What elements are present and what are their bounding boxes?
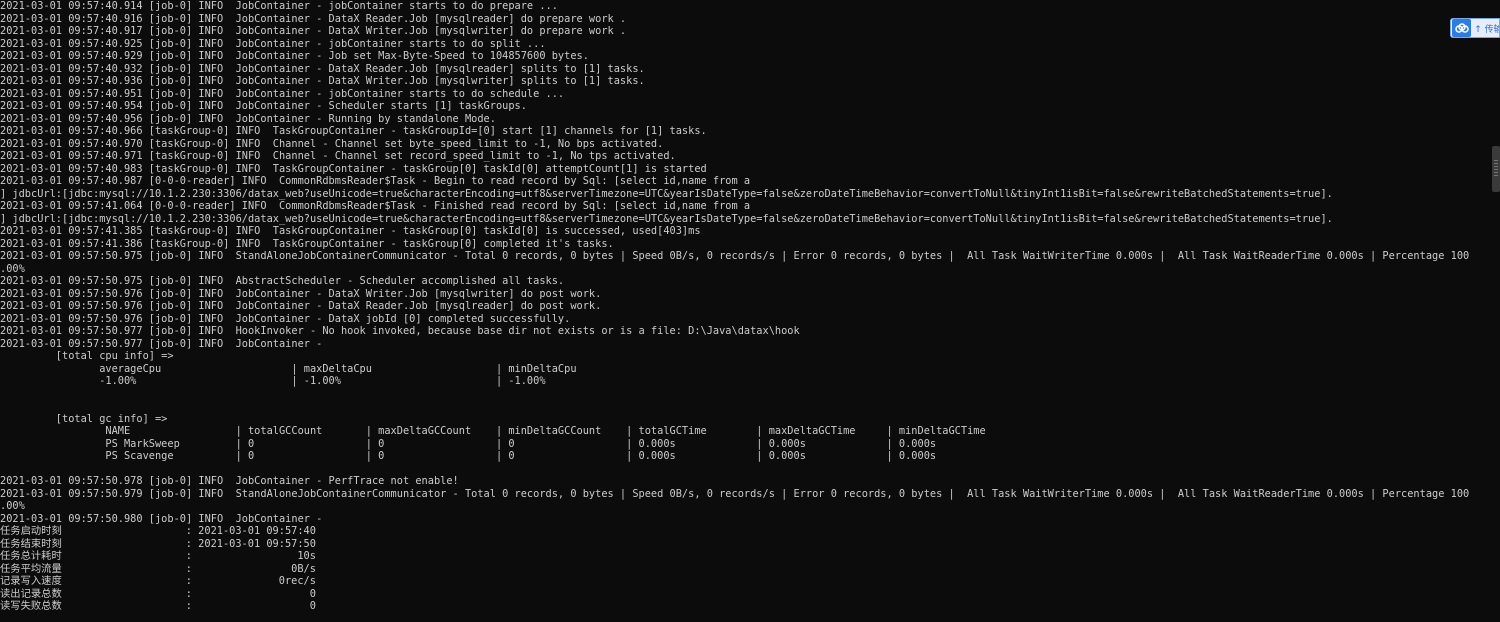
cloud-transfer-widget[interactable]: ↑ 传输 <box>1450 18 1500 38</box>
console-line: 2021-03-01 09:57:41.064 [0-0-0-reader] I… <box>0 200 751 212</box>
console-line: 2021-03-01 09:57:50.975 [job-0] INFO Sta… <box>0 250 1470 262</box>
console-line: 2021-03-01 09:57:40.932 [job-0] INFO Job… <box>0 62 645 75</box>
console-line: 2021-03-01 09:57:40.925 [job-0] INFO Job… <box>0 37 546 50</box>
console-line: 2021-03-01 09:57:40.916 [job-0] INFO Job… <box>0 12 627 25</box>
cloud-icon <box>1452 19 1472 37</box>
console-line: PS MarkSweep | 0 | 0 | 0 | 0.000s | 0.00… <box>0 437 937 450</box>
console-line: 任务平均流量 : 0B/s <box>0 562 316 575</box>
console-line: 2021-03-01 09:57:50.976 [job-0] INFO Job… <box>0 312 571 325</box>
console-line: .00% <box>0 500 25 512</box>
console-line: 2021-03-01 09:57:40.951 [job-0] INFO Job… <box>0 87 565 100</box>
console-output[interactable]: 2021-03-01 09:57:40.914 [job-0] INFO Job… <box>0 0 1490 622</box>
console-line: 2021-03-01 09:57:50.977 [job-0] INFO Job… <box>0 337 329 350</box>
console-line: ] jdbcUrl:[jdbc:mysql://10.1.2.230:3306/… <box>0 187 1333 200</box>
console-line: 2021-03-01 09:57:41.386 [taskGroup-0] IN… <box>0 237 614 250</box>
console-line: ] jdbcUrl:[jdbc:mysql://10.1.2.230:3306/… <box>0 212 1333 225</box>
console-line: 2021-03-01 09:57:40.914 [job-0] INFO Job… <box>0 0 558 12</box>
console-line: 2021-03-01 09:57:50.978 [job-0] INFO Job… <box>0 475 459 487</box>
console-line: 2021-03-01 09:57:40.983 [taskGroup-0] IN… <box>0 162 707 175</box>
console-line: NAME | totalGCCount | maxDeltaGCCount | … <box>0 425 986 437</box>
console-line: 任务启动时刻 : 2021-03-01 09:57:40 <box>0 525 316 537</box>
console-line: 2021-03-01 09:57:40.971 [taskGroup-0] IN… <box>0 150 676 162</box>
console-line: 2021-03-01 09:57:41.385 [taskGroup-0] IN… <box>0 225 701 237</box>
console-line: 读出记录总数 : 0 <box>0 587 316 600</box>
console-line: 读写失败总数 : 0 <box>0 600 316 612</box>
console-line: 2021-03-01 09:57:40.966 [taskGroup-0] IN… <box>0 125 707 137</box>
console-line: 2021-03-01 09:57:40.917 [job-0] INFO Job… <box>0 25 627 37</box>
console-line: 2021-03-01 09:57:50.976 [job-0] INFO Job… <box>0 287 602 300</box>
console-line: averageCpu | maxDeltaCpu | minDeltaCpu <box>0 362 577 375</box>
console-line: PS Scavenge | 0 | 0 | 0 | 0.000s | 0.000… <box>0 450 937 462</box>
console-line: [total gc info] => <box>0 412 168 425</box>
vertical-scrollbar[interactable] <box>1492 0 1500 622</box>
console-line: 2021-03-01 09:57:50.976 [job-0] INFO Job… <box>0 300 602 312</box>
console-line: -1.00% | -1.00% | -1.00% <box>0 375 546 387</box>
console-line: 2021-03-01 09:57:40.954 [job-0] INFO Job… <box>0 100 527 112</box>
console-line: 2021-03-01 09:57:40.970 [taskGroup-0] IN… <box>0 137 664 150</box>
console-line: 2021-03-01 09:57:50.979 [job-0] INFO Sta… <box>0 487 1470 500</box>
console-line: .00% <box>0 262 25 275</box>
console-line: 2021-03-01 09:57:40.956 [job-0] INFO Job… <box>0 112 496 125</box>
console-line: 任务结束时刻 : 2021-03-01 09:57:50 <box>0 537 316 550</box>
console-line: 2021-03-01 09:57:50.980 [job-0] INFO Job… <box>0 512 329 525</box>
console-line: 2021-03-01 09:57:40.929 [job-0] INFO Job… <box>0 50 589 62</box>
console-line: 任务总计耗时 : 10s <box>0 550 316 562</box>
console-line: 2021-03-01 09:57:40.936 [job-0] INFO Job… <box>0 75 645 87</box>
console-line: 2021-03-01 09:57:50.977 [job-0] INFO Hoo… <box>0 325 800 337</box>
console-line: 2021-03-01 09:57:40.987 [0-0-0-reader] I… <box>0 175 751 187</box>
widget-label: ↑ 传输 <box>1474 24 1499 35</box>
console-line: [total cpu info] => <box>0 350 174 362</box>
grip-icon <box>1494 160 1498 178</box>
console-line: 记录写入速度 : 0rec/s <box>0 575 316 587</box>
console-line: 2021-03-01 09:57:50.975 [job-0] INFO Abs… <box>0 275 565 287</box>
